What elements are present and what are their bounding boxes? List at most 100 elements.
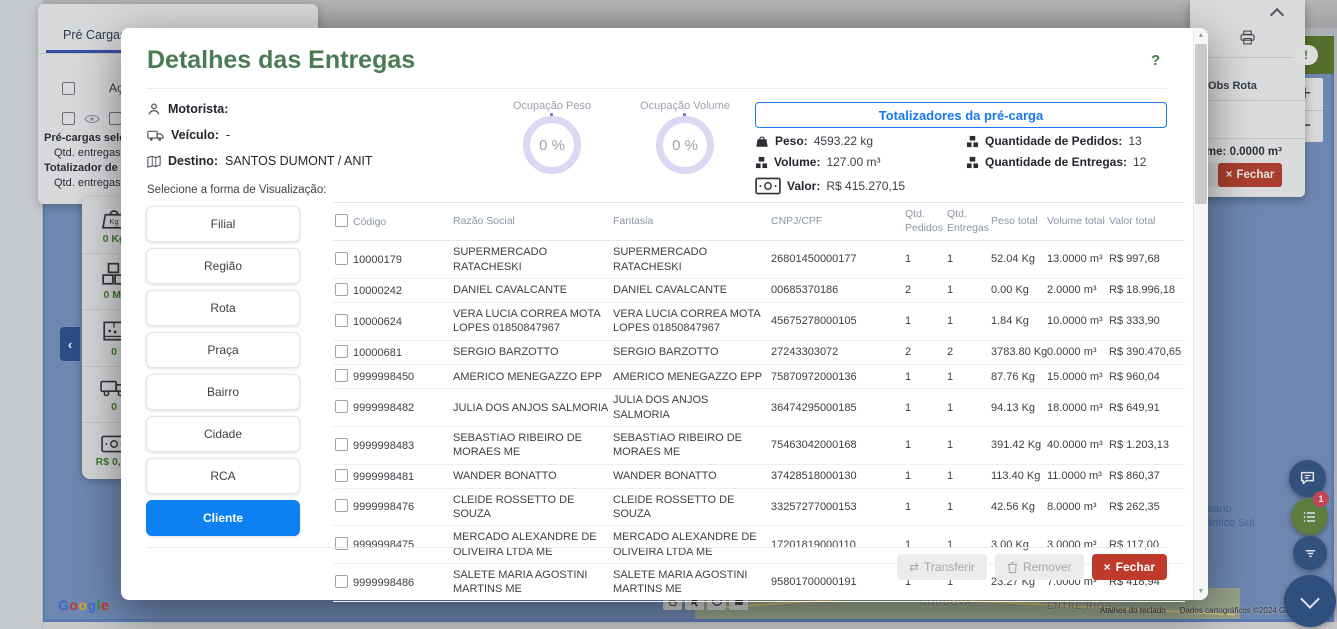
cell: 17201819000110 bbox=[771, 526, 905, 564]
row-checkbox[interactable] bbox=[335, 345, 348, 358]
cell: 9999998450 bbox=[333, 365, 453, 389]
view-button-rota[interactable]: Rota bbox=[146, 290, 300, 326]
cell: 40.0000 m³ bbox=[1047, 426, 1109, 464]
cell: 8.0000 m³ bbox=[1047, 488, 1109, 526]
cell: 75463042000168 bbox=[771, 426, 905, 464]
fechar-button[interactable]: × Fechar bbox=[1092, 554, 1167, 580]
cell: SALETE MARIA AGOSTINI MARTINS ME bbox=[613, 564, 771, 602]
collapse-panel-button[interactable]: ‹ bbox=[60, 327, 80, 361]
total-value: 13 bbox=[1128, 134, 1141, 148]
cell: 9999998481 bbox=[333, 464, 453, 488]
remover-button[interactable]: Remover bbox=[995, 554, 1084, 580]
table-row[interactable]: 10000179SUPERMERCADO RATACHESKISUPERMERC… bbox=[333, 241, 1185, 279]
table-row[interactable]: 10000624VERA LUCIA CORREA MOTA LOPES 018… bbox=[333, 303, 1185, 341]
app-root: CÓRDOVA ENTRE RÍOS Oceano Atlântico Sul … bbox=[0, 0, 1337, 629]
cell: 1 bbox=[947, 278, 991, 302]
view-button-cidade[interactable]: Cidade bbox=[146, 416, 300, 452]
total-label: Valor: bbox=[787, 179, 820, 193]
help-icon[interactable]: ? bbox=[1151, 52, 1160, 69]
cell: 10000681 bbox=[333, 340, 453, 364]
cell: JULIA DOS ANJOS SALMORIA bbox=[453, 389, 613, 427]
obs-rota-label: Obs Rota bbox=[1208, 80, 1257, 92]
row-checkbox[interactable] bbox=[62, 112, 75, 125]
cell: 75870972000136 bbox=[771, 365, 905, 389]
table-row[interactable]: 9999998481WANDER BONATTOWANDER BONATTO37… bbox=[333, 464, 1185, 488]
row-checkbox[interactable] bbox=[335, 499, 348, 512]
tab-active-underline bbox=[46, 50, 122, 53]
transferir-button[interactable]: ⇄ Transferir bbox=[897, 554, 987, 580]
printer-icon[interactable] bbox=[1240, 30, 1255, 45]
cell: SEBASTIAO RIBEIRO DE MORAES ME bbox=[453, 426, 613, 464]
keyboard-shortcuts-link[interactable]: Atalhos do teclado bbox=[1100, 606, 1166, 615]
column-header: Razão Social bbox=[453, 203, 613, 241]
deliveries-table: CódigoRazão SocialFantasiaCNPJ/CPFQtd. P… bbox=[333, 202, 1185, 602]
scroll-down-arrow[interactable]: ▼ bbox=[1194, 588, 1208, 595]
eye-icon[interactable] bbox=[84, 114, 100, 124]
cell: 1 bbox=[905, 365, 947, 389]
cell: 1 bbox=[905, 303, 947, 341]
view-button-praça[interactable]: Praça bbox=[146, 332, 300, 368]
cell: 18.0000 m³ bbox=[1047, 389, 1109, 427]
view-button-região[interactable]: Região bbox=[146, 248, 300, 284]
cell: 9999998482 bbox=[333, 389, 453, 427]
cell: SUPERMERCADO RATACHESKI bbox=[453, 241, 613, 279]
row-checkbox[interactable] bbox=[335, 369, 348, 382]
modal-scrollbar[interactable]: ▲ ▼ bbox=[1193, 28, 1208, 600]
scroll-thumb[interactable] bbox=[1195, 44, 1207, 204]
cell: 9999998483 bbox=[333, 426, 453, 464]
totals-left-column: Peso:4593.22 kgVolume:127.00 m³Valor:R$ … bbox=[755, 134, 905, 196]
person-icon bbox=[147, 102, 161, 116]
cell: R$ 262,35 bbox=[1109, 488, 1185, 526]
expand-fab-button[interactable] bbox=[1284, 575, 1336, 627]
view-button-rca[interactable]: RCA bbox=[146, 458, 300, 494]
header-checkbox[interactable] bbox=[335, 214, 348, 227]
tab-pre-cargas[interactable]: Pré Cargas bbox=[63, 28, 126, 42]
cell: 10.0000 m³ bbox=[1047, 303, 1109, 341]
chevron-up-icon[interactable] bbox=[1270, 8, 1284, 22]
scroll-up-arrow[interactable]: ▲ bbox=[1194, 32, 1208, 39]
view-button-filial[interactable]: Filial bbox=[146, 206, 300, 242]
row-checkbox[interactable] bbox=[335, 575, 348, 588]
trash-icon bbox=[1007, 561, 1018, 574]
cell: R$ 960,04 bbox=[1109, 365, 1185, 389]
select-all-checkbox[interactable] bbox=[62, 82, 75, 95]
row-checkbox[interactable] bbox=[335, 400, 348, 413]
row-checkbox[interactable] bbox=[335, 469, 348, 482]
row-checkbox[interactable] bbox=[335, 252, 348, 265]
route-fechar-button[interactable]: × Fechar bbox=[1218, 163, 1282, 187]
view-button-bairro[interactable]: Bairro bbox=[146, 374, 300, 410]
veiculo-label: Veículo: bbox=[171, 128, 219, 142]
view-button-cliente[interactable]: Cliente bbox=[146, 500, 300, 536]
weight-icon bbox=[755, 134, 769, 148]
table-row[interactable]: 9999998483SEBASTIAO RIBEIRO DE MORAES ME… bbox=[333, 426, 1185, 464]
total-item: Quantidade de Entregas:12 bbox=[966, 155, 1146, 169]
table-row[interactable]: 10000242DANIEL CAVALCANTEDANIEL CAVALCAN… bbox=[333, 278, 1185, 302]
totals-right-column: Quantidade de Pedidos:13Quantidade de En… bbox=[966, 134, 1146, 169]
cell: 113.40 Kg bbox=[991, 464, 1047, 488]
cell: R$ 333,90 bbox=[1109, 303, 1185, 341]
row-checkbox[interactable] bbox=[335, 537, 348, 550]
cell: R$ 18.996,18 bbox=[1109, 278, 1185, 302]
table-row[interactable]: 10000681SERGIO BARZOTTOSERGIO BARZOTTO27… bbox=[333, 340, 1185, 364]
table-row[interactable]: 9999998450AMERICO MENEGAZZO EPPAMERICO M… bbox=[333, 365, 1185, 389]
column-header: Código bbox=[333, 203, 453, 241]
table-row[interactable]: 9999998482JULIA DOS ANJOS SALMORIAJULIA … bbox=[333, 389, 1185, 427]
cell: 13.0000 m³ bbox=[1047, 241, 1109, 279]
total-label: Peso: bbox=[775, 134, 808, 148]
cell: 1 bbox=[947, 464, 991, 488]
left-sidebar bbox=[0, 0, 43, 629]
svg-text:Kg: Kg bbox=[109, 217, 118, 226]
map-alert-marker[interactable]: ! bbox=[1294, 45, 1318, 65]
table-header-row: CódigoRazão SocialFantasiaCNPJ/CPFQtd. P… bbox=[333, 203, 1185, 241]
row-checkbox[interactable] bbox=[335, 314, 348, 327]
filter-fab-button[interactable] bbox=[1293, 536, 1327, 570]
row-checkbox[interactable] bbox=[335, 283, 348, 296]
list-icon bbox=[1302, 509, 1318, 525]
column-header: Valor total bbox=[1109, 203, 1185, 241]
row-checkbox[interactable] bbox=[335, 438, 348, 451]
delivery-details-modal: Detalhes das Entregas ? Motorista: Veícu… bbox=[121, 28, 1208, 600]
cell: 1 bbox=[947, 303, 991, 341]
cell: 0.00 Kg bbox=[991, 278, 1047, 302]
table-row[interactable]: 9999998476CLEIDE ROSSETTO DE SOUZACLEIDE… bbox=[333, 488, 1185, 526]
chevron-down-icon bbox=[1300, 589, 1320, 609]
